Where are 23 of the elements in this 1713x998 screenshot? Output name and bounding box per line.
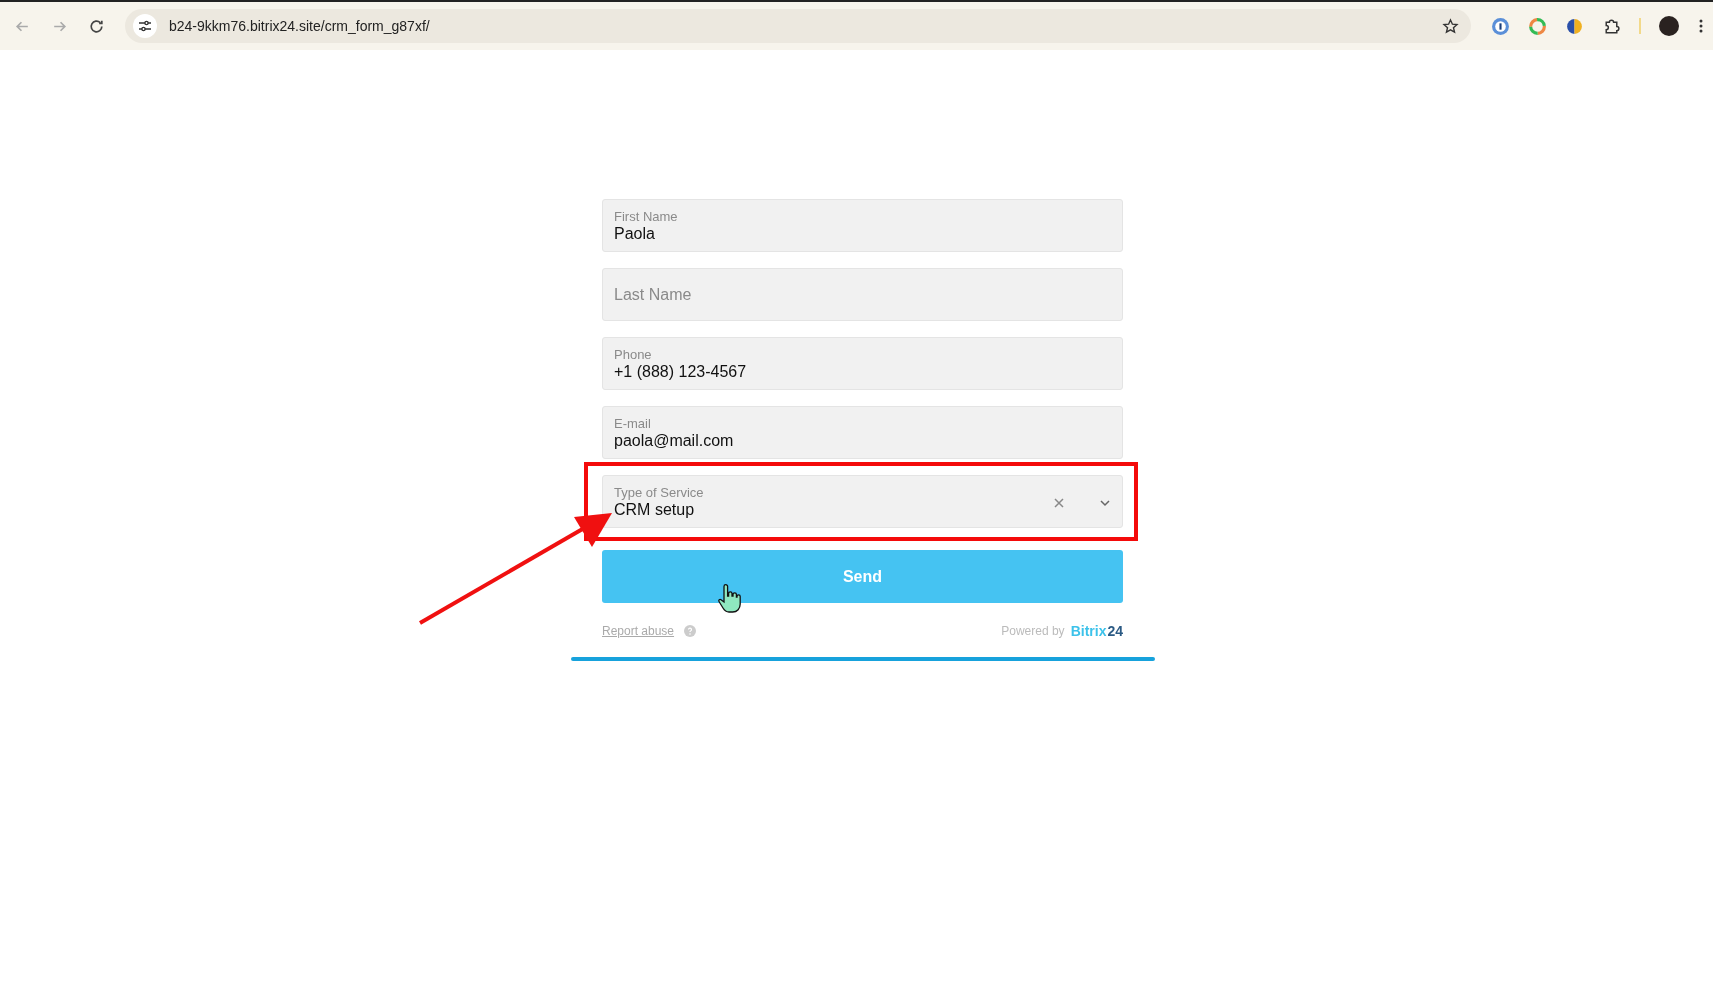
field-label: E-mail xyxy=(614,416,652,431)
select-field[interactable]: Type of Service CRM setup xyxy=(602,475,1123,528)
clear-icon[interactable] xyxy=(1053,497,1065,509)
reload-icon[interactable] xyxy=(88,17,105,35)
text-field[interactable]: First Name Paola xyxy=(602,199,1123,252)
address-bar[interactable]: b24-9kkm76.bitrix24.site/crm_form_g87xf/ xyxy=(125,9,1471,43)
field-label: Phone xyxy=(614,347,653,362)
field-label: First Name xyxy=(614,209,679,224)
text-field[interactable]: Phone +1 (888) 123-4567 xyxy=(602,337,1123,390)
bitrix-logo[interactable]: Bitrix24 xyxy=(1070,623,1123,639)
menu-icon[interactable] xyxy=(1699,18,1703,34)
puzzle-icon[interactable] xyxy=(1602,16,1621,36)
powered-by-text: Powered by xyxy=(1001,624,1065,638)
bookmark-star-icon[interactable] xyxy=(1442,17,1459,35)
password-extension-icon[interactable] xyxy=(1491,16,1510,36)
profile-avatar[interactable] xyxy=(1659,16,1679,36)
site-settings-icon[interactable] xyxy=(133,14,157,38)
half-circle-extension-icon[interactable] xyxy=(1565,16,1584,36)
chevron-down-icon[interactable] xyxy=(1099,497,1111,509)
color-ring-extension-icon[interactable] xyxy=(1528,16,1547,36)
hand-cursor-icon xyxy=(717,584,741,614)
text-field[interactable]: E-mail paola@mail.com xyxy=(602,406,1123,459)
field-label: Type of Service xyxy=(614,485,705,500)
